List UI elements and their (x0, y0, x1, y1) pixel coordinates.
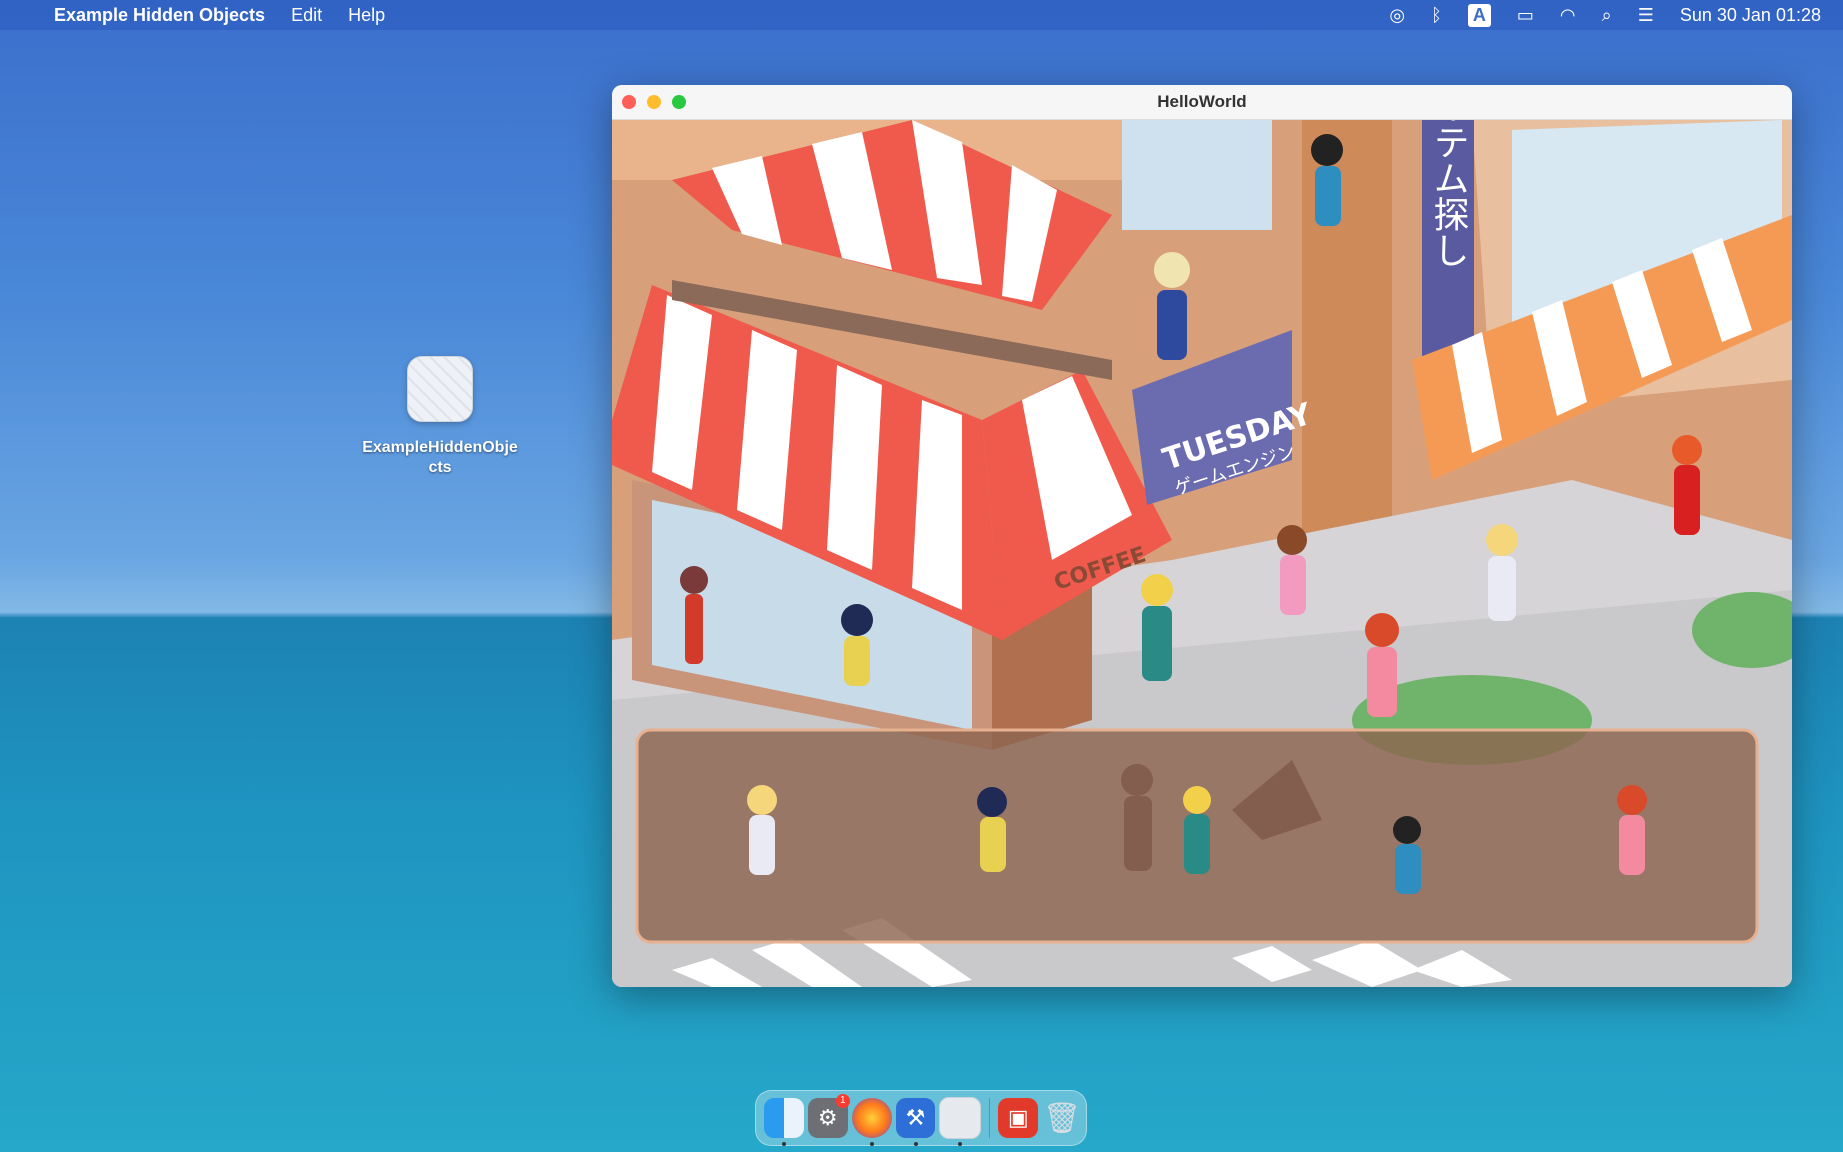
system-preferences-icon[interactable]: ⚙ 1 (807, 1094, 850, 1138)
character-redhead-green-skirt[interactable] (1365, 613, 1399, 717)
finder-icon[interactable] (764, 1098, 804, 1146)
tray-item-blonde-teal-shirt[interactable] (1183, 786, 1211, 874)
clock[interactable]: Sun 30 Jan 01:28 (1680, 5, 1821, 26)
dock: ⚙ 1 ⚒ ▣ 🗑 (755, 1090, 1087, 1146)
window-title: HelloWorld (1157, 92, 1247, 111)
wifi-icon[interactable]: ◠ (1560, 5, 1576, 26)
tray-item-blonde-shorts[interactable] (747, 785, 777, 875)
upper-window (1122, 120, 1272, 230)
xcode-icon[interactable]: ⚒ (895, 1098, 936, 1146)
vertical-sign-text: アイテム探し (1428, 120, 1469, 268)
menu-help[interactable]: Help (348, 5, 385, 26)
menu-bar: Example Hidden Objects Edit Help ◎ ᛒ A ▭… (0, 0, 1843, 30)
character-red-dress-phone[interactable] (1672, 435, 1702, 535)
menu-edit[interactable]: Edit (291, 5, 322, 26)
status-area: ◎ ᛒ A ▭ ◠ ⌕ ☰ Sun 30 Jan 01:28 (1363, 0, 1821, 30)
character-blonde-teal-shirt[interactable] (1141, 574, 1173, 681)
tray-item-redhead[interactable] (1617, 785, 1647, 875)
creative-cloud-folder-icon[interactable]: ▣ (998, 1098, 1039, 1138)
desktop-app-icon[interactable]: ExampleHiddenObjects (360, 356, 520, 478)
tray-item-climbing-girl[interactable] (1393, 816, 1421, 894)
trash-icon[interactable]: 🗑 (1042, 1098, 1082, 1138)
character-climbing-girl[interactable] (1311, 134, 1343, 226)
spotlight-icon[interactable]: ⌕ (1602, 5, 1612, 26)
hidden-objects-app-icon[interactable] (939, 1097, 982, 1146)
tray-item-ninja-girl[interactable] (977, 787, 1007, 872)
character-blonde-shorts[interactable] (1486, 524, 1518, 621)
firefox-icon[interactable] (851, 1098, 892, 1146)
app-menu[interactable]: Example Hidden Objects (54, 5, 265, 26)
creative-cloud-icon[interactable]: ◎ (1389, 5, 1405, 26)
title-bar[interactable]: HelloWorld (612, 85, 1792, 120)
battery-icon[interactable]: ▭ (1517, 5, 1534, 26)
character-window-cleaner[interactable] (1154, 252, 1190, 360)
character-running-ninja-girl[interactable] (841, 604, 873, 686)
bluetooth-icon[interactable]: ᛒ (1431, 5, 1442, 26)
app-icon (407, 356, 473, 422)
tray-item-shadow-woman[interactable] (1121, 764, 1153, 871)
game-scene[interactable]: アイテム探し COFFEE TUESDAY ゲームエンジン (612, 120, 1792, 987)
input-source-icon[interactable]: A (1467, 3, 1491, 27)
desktop-icon-label: ExampleHiddenObjects (362, 439, 518, 476)
app-window: HelloWorld アイテム探し COFFEE TUESDAY ゲームエンジン (612, 85, 1792, 987)
dock-separator (989, 1098, 991, 1138)
notification-badge: 1 (835, 1094, 850, 1108)
control-center-icon[interactable]: ☰ (1638, 5, 1654, 26)
character-pink-top-girl[interactable] (1277, 525, 1307, 615)
